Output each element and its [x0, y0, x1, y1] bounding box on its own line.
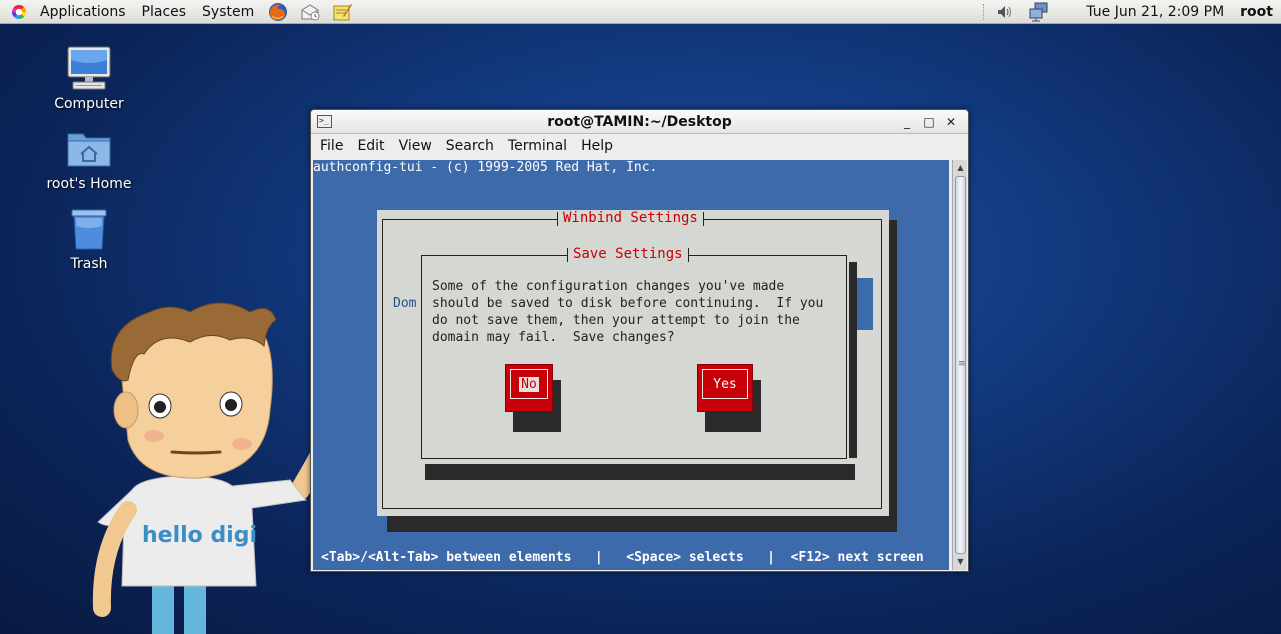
terminal-area[interactable]: authconfig-tui - (c) 1999-2005 Red Hat, … [313, 160, 949, 570]
home-folder-icon [65, 124, 113, 172]
scroll-thumb[interactable]: ≡ [955, 176, 966, 554]
terminal-header: authconfig-tui - (c) 1999-2005 Red Hat, … [313, 160, 658, 175]
desktop-icon-trash[interactable]: Trash [39, 204, 139, 272]
notes-icon[interactable] [330, 1, 354, 23]
menu-terminal[interactable]: Terminal [501, 138, 574, 154]
top-panel: Applications Places System Tue Jun 21, 2… [0, 0, 1281, 24]
key-hints: <Tab>/<Alt-Tab> between elements | <Spac… [321, 550, 924, 565]
window-menubar: File Edit View Search Terminal Help [311, 134, 968, 158]
terminal-icon: >_ [317, 115, 332, 128]
desktop-icon-label: root's Home [46, 176, 132, 192]
save-dialog-title: Save Settings [567, 246, 689, 262]
maximize-button[interactable]: □ [918, 112, 940, 132]
menu-view[interactable]: View [392, 138, 439, 154]
computer-icon [65, 44, 113, 92]
no-button-label: No [519, 376, 539, 392]
desktop-icon-label: Computer [54, 96, 124, 112]
panel-user[interactable]: root [1240, 4, 1273, 20]
menu-file[interactable]: File [313, 138, 350, 154]
places-menu[interactable]: Places [134, 4, 195, 20]
minimize-button[interactable]: _ [896, 112, 918, 132]
system-menu[interactable]: System [194, 4, 262, 20]
scroll-grip-icon: ≡ [958, 359, 966, 369]
desktop-icon-computer[interactable]: Computer [39, 44, 139, 112]
close-button[interactable]: ✕ [940, 112, 962, 132]
scroll-down-arrow-icon[interactable]: ▼ [955, 556, 966, 568]
winbind-dialog-title: Winbind Settings [557, 210, 704, 226]
applications-menu[interactable]: Applications [32, 4, 134, 20]
inner-shadow-strip [425, 464, 855, 480]
menu-edit[interactable]: Edit [350, 138, 391, 154]
terminal-window: >_ root@TAMIN:~/Desktop _ □ ✕ File Edit … [310, 109, 969, 572]
field-stub [857, 278, 873, 330]
save-settings-dialog: Save Settings Some of the configuration … [419, 246, 849, 460]
save-dialog-message: Some of the configuration changes you've… [432, 279, 824, 345]
menu-search[interactable]: Search [439, 138, 501, 154]
menu-help[interactable]: Help [574, 138, 620, 154]
firefox-icon[interactable] [266, 1, 290, 23]
terminal-scrollbar[interactable]: ▲ ≡ ▼ [952, 160, 967, 570]
panel-separator [983, 4, 985, 20]
network-icon[interactable] [1028, 1, 1050, 23]
yes-button-label: Yes [713, 376, 737, 392]
yes-button[interactable]: Yes [697, 364, 753, 412]
trash-icon [65, 204, 113, 252]
mascot-shirt-text: hello digi [142, 523, 257, 548]
volume-icon[interactable] [994, 1, 1016, 23]
panel-clock[interactable]: Tue Jun 21, 2:09 PM [1086, 4, 1224, 20]
mail-icon[interactable] [298, 1, 322, 23]
scroll-up-arrow-icon[interactable]: ▲ [955, 162, 966, 174]
domain-label-partial: Dom [393, 296, 417, 311]
desktop-icon-home[interactable]: root's Home [39, 124, 139, 192]
window-title: root@TAMIN:~/Desktop [547, 113, 732, 130]
panel-menu: Applications Places System [32, 0, 262, 24]
desktop-icon-label: Trash [70, 256, 108, 272]
gnome-foot-icon [10, 3, 28, 21]
window-titlebar[interactable]: >_ root@TAMIN:~/Desktop _ □ ✕ [311, 110, 968, 134]
no-button[interactable]: No [505, 364, 553, 412]
